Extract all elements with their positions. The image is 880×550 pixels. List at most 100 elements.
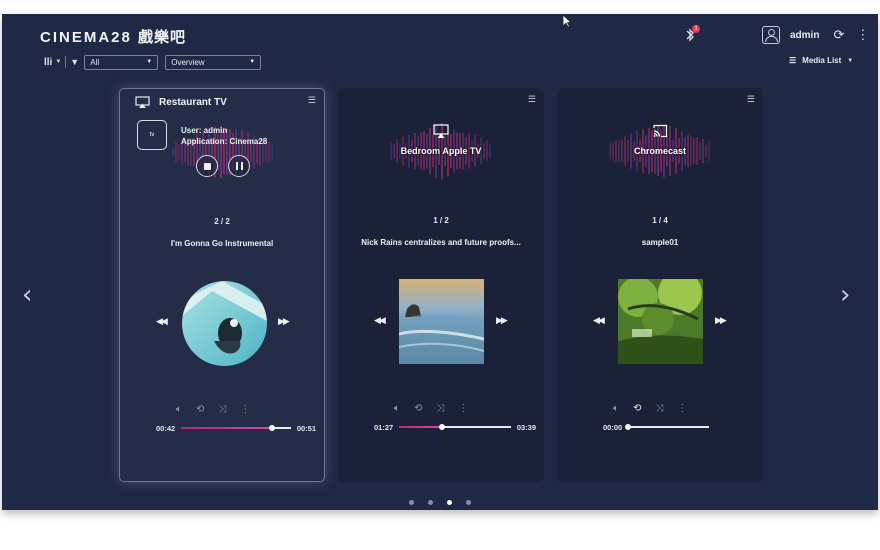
progress-slider[interactable] xyxy=(625,423,709,430)
more-options-icon[interactable]: ⋮ xyxy=(458,403,468,414)
user-area: admin ⟳ ⋮ xyxy=(762,24,869,46)
progress-knob[interactable] xyxy=(438,423,445,430)
progress-slider[interactable] xyxy=(399,423,511,430)
track-count: 1 / 2 xyxy=(433,216,449,225)
device-card[interactable]: ☰ Bedroom Apple TV 1 / 2 Nick Rains cent… xyxy=(338,88,544,482)
stop-icon xyxy=(203,162,211,170)
track-title: sample01 xyxy=(641,238,679,247)
next-page-arrow-icon[interactable]: › xyxy=(840,280,850,310)
chevron-down-icon: ▼ xyxy=(55,59,62,65)
progress-knob[interactable] xyxy=(269,424,276,431)
track-title: I'm Gonna Go Instrumental xyxy=(170,239,274,248)
playback-options: 🔈︎ ⟲ ⤨ ⋮ xyxy=(394,403,468,414)
playback-options: 🔈︎ ⟲ ⤨ ⋮ xyxy=(176,404,250,415)
next-track-icon[interactable]: ▶▶ xyxy=(278,316,290,327)
mouse-cursor-icon xyxy=(562,14,572,28)
shuffle-icon[interactable]: ⤨ xyxy=(218,404,226,415)
volume-icon[interactable]: 🔈︎ xyxy=(394,403,400,414)
stop-button[interactable] xyxy=(196,155,218,177)
refresh-icon[interactable]: ⟳ xyxy=(833,27,844,43)
notification-badge: 1 xyxy=(692,25,700,33)
playlist-icon[interactable]: ☰ xyxy=(747,94,755,105)
previous-track-icon[interactable]: ◀◀ xyxy=(156,316,168,327)
previous-track-icon[interactable]: ◀◀ xyxy=(593,315,605,326)
pagination-dot[interactable] xyxy=(447,500,452,505)
filter-select-value: All xyxy=(90,57,100,67)
playlist-icon[interactable]: ☰ xyxy=(308,95,316,106)
pagination-dot[interactable] xyxy=(428,500,433,505)
progress-fill xyxy=(399,426,442,428)
duration-time: 00:51 xyxy=(296,423,316,433)
repeat-icon[interactable]: ⟲ xyxy=(196,404,204,415)
filter-select[interactable]: All ▼ xyxy=(84,54,159,70)
logo-latin: CINEMA28 xyxy=(40,29,132,46)
playback-options: 🔈︎ ⟲ ⤨ ⋮ xyxy=(613,403,687,414)
filter-icon[interactable]: ▼ xyxy=(70,57,79,67)
apple-tv-badge: tv xyxy=(149,132,155,138)
chromecast-icon xyxy=(653,124,668,138)
progress-row: 00:00 xyxy=(603,422,715,432)
device-name: Chromecast xyxy=(633,146,687,156)
device-card[interactable]: ☰ Chromecast 1 / 4 sample01 ◀◀ ▶▶ 🔈︎ ⟲ ⤨… xyxy=(557,88,763,482)
more-menu-icon[interactable]: ⋮ xyxy=(856,27,869,43)
album-cover xyxy=(182,281,267,366)
session-info: User: admin Application: Cinema28 xyxy=(181,125,267,147)
repeat-icon[interactable]: ⟲ xyxy=(633,403,641,414)
album-art-image xyxy=(618,279,703,364)
logo-cjk: 戲樂吧 xyxy=(138,28,187,46)
user-avatar-icon[interactable] xyxy=(762,26,780,44)
album-art-image xyxy=(399,279,484,364)
progress-fill xyxy=(181,427,273,429)
track-title: Nick Rains centralizes and future proofs… xyxy=(361,238,521,247)
next-track-icon[interactable]: ▶▶ xyxy=(496,315,508,326)
card-header: Restaurant TV xyxy=(135,96,227,108)
media-list-button[interactable]: ☰ Media List ▼ xyxy=(789,56,853,65)
device-name: Bedroom Apple TV xyxy=(400,146,482,156)
volume-icon[interactable]: 🔈︎ xyxy=(613,403,619,414)
elapsed-time: 01:27 xyxy=(374,422,394,432)
track-count: 2 / 2 xyxy=(214,217,230,226)
user-name[interactable]: admin xyxy=(790,30,819,41)
shuffle-icon[interactable]: ⤨ xyxy=(436,403,444,414)
progress-row: 00:42 00:51 xyxy=(156,423,316,433)
apple-tv-icon: tv xyxy=(137,120,167,150)
elapsed-time: 00:42 xyxy=(156,423,176,433)
chevron-down-icon: ▼ xyxy=(847,57,854,64)
pagination-dots xyxy=(2,500,878,505)
previous-track-icon[interactable]: ◀◀ xyxy=(374,315,386,326)
list-icon: ☰ xyxy=(789,56,797,65)
divider xyxy=(65,56,67,68)
chevron-down-icon: ▼ xyxy=(249,59,256,65)
device-name: Restaurant TV xyxy=(159,96,227,108)
chevron-down-icon: ▼ xyxy=(146,59,153,65)
duration-time: 03:39 xyxy=(516,422,536,432)
pagination-dot[interactable] xyxy=(409,500,414,505)
device-card[interactable]: Restaurant TV ☰ tv User: admin Applicati… xyxy=(119,88,325,482)
session-user: User: admin xyxy=(181,126,228,135)
bluetooth-button[interactable]: 1 xyxy=(684,24,700,46)
app-logo: CINEMA28 戲樂吧 xyxy=(40,26,186,47)
more-options-icon[interactable]: ⋮ xyxy=(240,404,250,415)
view-mode-button[interactable]: lli ▼ xyxy=(44,57,61,68)
airplay-icon xyxy=(135,96,150,108)
progress-knob[interactable] xyxy=(625,423,632,430)
previous-page-arrow-icon[interactable]: ‹ xyxy=(22,280,32,310)
progress-slider[interactable] xyxy=(181,424,291,431)
repeat-icon[interactable]: ⟲ xyxy=(414,403,422,414)
airplay-icon xyxy=(433,124,449,138)
volume-icon[interactable]: 🔈︎ xyxy=(176,404,182,415)
session-app: Application: Cinema28 xyxy=(181,137,268,146)
album-cover xyxy=(399,279,484,364)
view-select[interactable]: Overview ▼ xyxy=(165,54,262,70)
more-options-icon[interactable]: ⋮ xyxy=(677,403,687,414)
album-cover xyxy=(618,279,703,364)
pause-icon xyxy=(235,162,243,170)
toolbar: lli ▼ ▼ All ▼ Overview ▼ xyxy=(44,54,262,70)
playlist-icon[interactable]: ☰ xyxy=(528,94,536,105)
pause-button[interactable] xyxy=(228,155,250,177)
next-track-icon[interactable]: ▶▶ xyxy=(715,315,727,326)
progress-row: 01:27 03:39 xyxy=(374,422,536,432)
elapsed-time: 00:00 xyxy=(603,422,623,432)
pagination-dot[interactable] xyxy=(466,500,471,505)
shuffle-icon[interactable]: ⤨ xyxy=(655,403,663,414)
